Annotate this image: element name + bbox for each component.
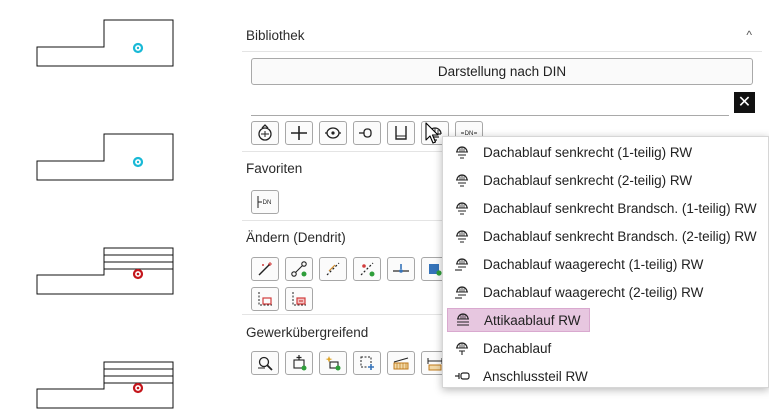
drain-type-dropdown: Dachablauf senkrecht (1-teilig) RW Dacha… <box>442 136 769 388</box>
din-display-button[interactable]: Darstellung nach DIN <box>251 58 753 85</box>
parapet-drain-icon <box>454 311 472 329</box>
preview-column <box>0 0 220 413</box>
dropdown-item[interactable]: Dachablauf waagerecht (2-teilig) RW <box>447 280 711 304</box>
dropdown-item[interactable]: Dachablauf waagerecht (1-teilig) RW <box>447 252 711 276</box>
preview-drain-1[interactable] <box>36 19 174 69</box>
din-fitting-icon[interactable]: DN <box>251 190 279 214</box>
dropdown-item[interactable]: Dachablauf senkrecht (1-teilig) RW <box>447 140 700 164</box>
roof-section-icon[interactable] <box>387 351 415 375</box>
clear-icon[interactable]: ✕ <box>734 92 755 113</box>
modify-title: Ändern (Dendrit) <box>246 229 346 245</box>
dropdown-item-label: Dachablauf waagerecht (1-teilig) RW <box>483 256 704 272</box>
dashed-box-remove-icon[interactable] <box>285 287 313 311</box>
dashed-route-icon[interactable] <box>319 257 347 281</box>
clear-glyph: ✕ <box>737 93 752 111</box>
roof-drain-icon <box>453 143 471 161</box>
dropdown-item-label: Dachablauf <box>483 340 552 356</box>
mouse-cursor-icon <box>425 122 439 144</box>
dropdown-item-label: Attikaablauf RW <box>484 312 581 328</box>
connect-nodes-icon[interactable] <box>285 257 313 281</box>
roof-drain-icon <box>453 171 471 189</box>
dropdown-item-label: Dachablauf senkrecht Brandsch. (2-teilig… <box>483 228 757 244</box>
magic-route-icon[interactable] <box>251 257 279 281</box>
search-input[interactable] <box>251 90 729 116</box>
connection-piece-icon <box>453 367 471 385</box>
favorites-toolbar: DN <box>251 190 279 214</box>
wrench-icon[interactable] <box>251 351 279 375</box>
modify-toolbar-row2 <box>251 287 313 311</box>
roof-drain-side-icon <box>453 255 471 273</box>
dropdown-item[interactable]: Dachablauf senkrecht Brandsch. (2-teilig… <box>447 224 765 248</box>
dropdown-item-label: Dachablauf senkrecht (1-teilig) RW <box>483 144 693 160</box>
crossdisciplinary-toolbar <box>251 351 449 375</box>
roof-drain-icon <box>453 339 471 357</box>
chevron-up-icon[interactable]: ^ <box>746 28 752 42</box>
library-section-header[interactable]: Bibliothek ^ <box>242 20 762 50</box>
preview-drain-2[interactable] <box>36 133 174 183</box>
crossdisciplinary-title: Gewerkübergreifend <box>246 324 369 340</box>
insert-fitting-icon[interactable] <box>387 257 415 281</box>
valve-icon[interactable] <box>319 121 347 145</box>
pipe-cross-icon[interactable] <box>285 121 313 145</box>
library-title: Bibliothek <box>246 27 305 43</box>
connector-icon[interactable] <box>353 121 381 145</box>
dropdown-item-label: Dachablauf waagerecht (2-teilig) RW <box>483 284 704 300</box>
roof-drain-icon[interactable] <box>251 121 279 145</box>
roof-drain-icon <box>453 199 471 217</box>
trap-icon[interactable] <box>387 121 415 145</box>
dropdown-item-label: Anschlussteil RW <box>483 368 588 384</box>
dropdown-item-selected[interactable]: Attikaablauf RW <box>447 308 590 332</box>
dropdown-item[interactable]: Dachablauf <box>447 336 559 360</box>
grid-add-icon[interactable] <box>353 351 381 375</box>
star-node-icon[interactable] <box>319 351 347 375</box>
divider <box>242 51 762 52</box>
dropdown-item[interactable]: Anschlussteil RW <box>447 364 596 388</box>
dropdown-item[interactable]: Dachablauf senkrecht Brandsch. (1-teilig… <box>447 196 765 220</box>
roof-drain-side-icon <box>453 283 471 301</box>
split-route-icon[interactable] <box>353 257 381 281</box>
add-node-icon[interactable] <box>285 351 313 375</box>
dashed-box-delete-icon[interactable] <box>251 287 279 311</box>
din-display-label: Darstellung nach DIN <box>437 64 567 79</box>
dropdown-item[interactable]: Dachablauf senkrecht (2-teilig) RW <box>447 168 700 192</box>
preview-drain-4[interactable] <box>36 361 174 411</box>
favorites-title: Favoriten <box>246 160 303 176</box>
preview-drain-3[interactable] <box>36 247 174 297</box>
modify-toolbar-row1 <box>251 257 449 281</box>
dropdown-item-label: Dachablauf senkrecht Brandsch. (1-teilig… <box>483 200 757 216</box>
roof-drain-icon <box>453 227 471 245</box>
dropdown-item-label: Dachablauf senkrecht (2-teilig) RW <box>483 172 693 188</box>
din-fitting-text: DN <box>263 200 272 206</box>
